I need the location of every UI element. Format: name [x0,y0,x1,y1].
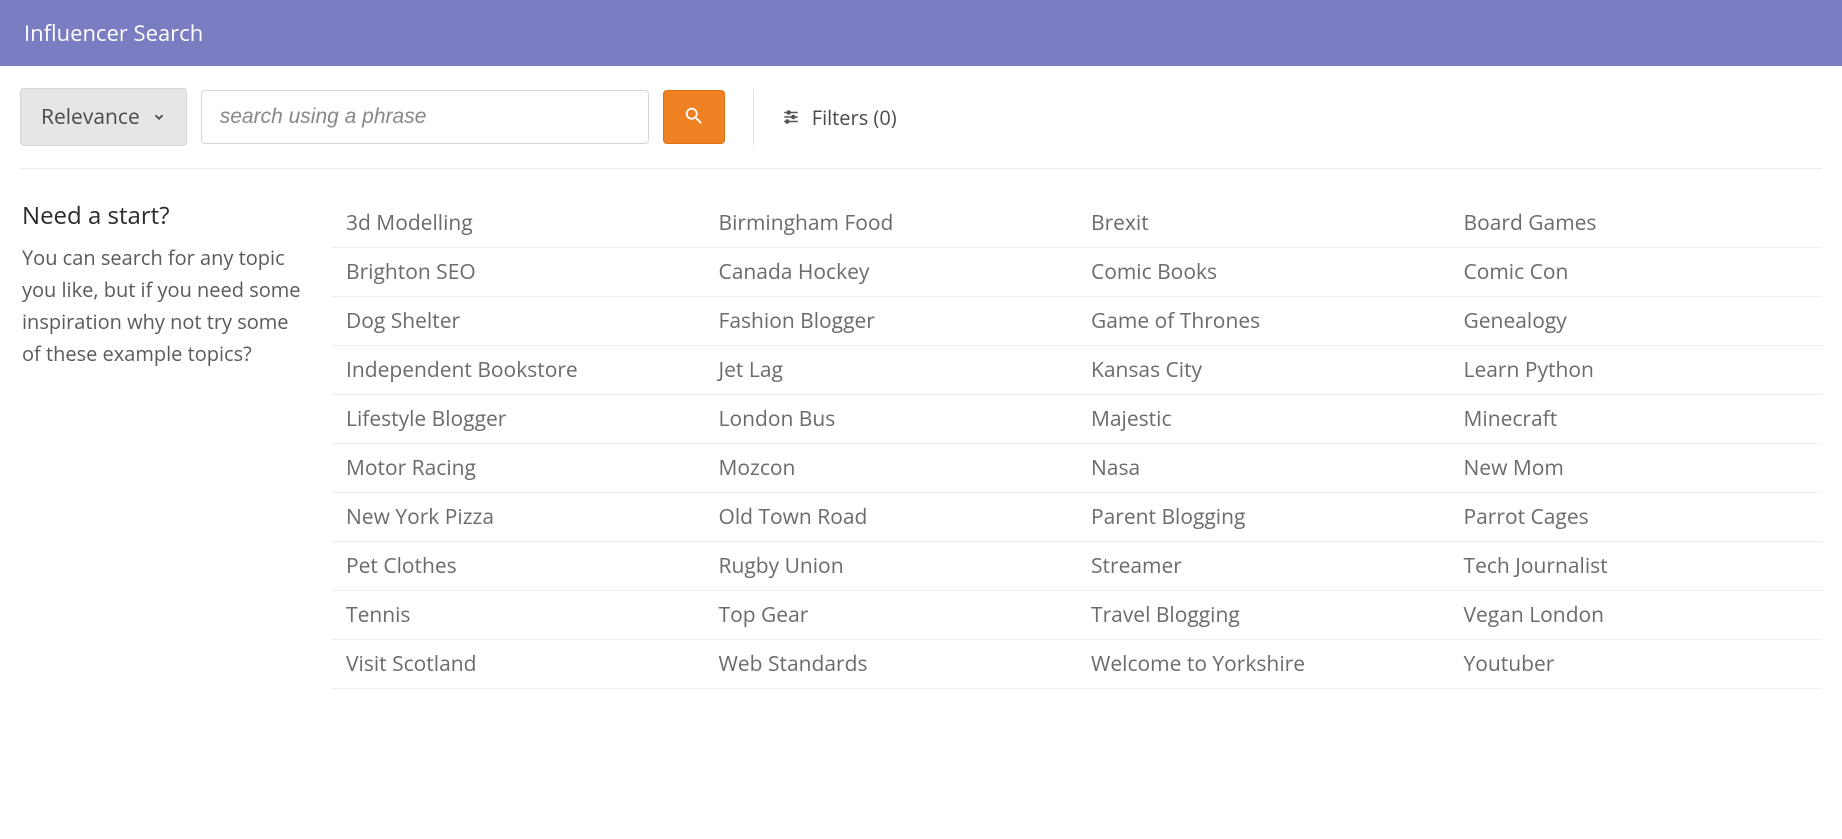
sort-dropdown[interactable]: Relevance [20,88,187,146]
topic-link[interactable]: New York Pizza [332,493,705,542]
topic-link[interactable]: Tech Journalist [1450,542,1823,591]
topic-link[interactable]: Web Standards [705,640,1078,689]
search-icon [683,105,705,130]
page-header: Influencer Search [0,0,1842,66]
topic-link[interactable]: Game of Thrones [1077,297,1450,346]
topic-link[interactable]: Travel Blogging [1077,591,1450,640]
sidebar-description: You can search for any topic you like, b… [22,242,312,370]
topic-link[interactable]: Comic Books [1077,248,1450,297]
topic-link[interactable]: Brighton SEO [332,248,705,297]
topic-link[interactable]: Old Town Road [705,493,1078,542]
filters-label: Filters (0) [812,104,897,131]
content-row: Need a start? You can search for any top… [0,169,1842,709]
topic-link[interactable]: Canada Hockey [705,248,1078,297]
topic-link[interactable]: Visit Scotland [332,640,705,689]
topic-link[interactable]: Nasa [1077,444,1450,493]
topic-link[interactable]: Motor Racing [332,444,705,493]
sort-label: Relevance [41,103,140,131]
sidebar-heading: Need a start? [22,199,312,232]
topic-link[interactable]: Parrot Cages [1450,493,1823,542]
topic-link[interactable]: Genealogy [1450,297,1823,346]
topic-link[interactable]: Minecraft [1450,395,1823,444]
topic-link[interactable]: Board Games [1450,199,1823,248]
filters-icon [782,108,800,126]
search-button[interactable] [663,90,725,144]
sidebar: Need a start? You can search for any top… [12,199,312,689]
controls-row: Relevance Filters (0) [0,66,1842,168]
topic-link[interactable]: Jet Lag [705,346,1078,395]
topic-link[interactable]: Lifestyle Blogger [332,395,705,444]
search-input[interactable] [201,90,649,144]
topic-link[interactable]: Rugby Union [705,542,1078,591]
topic-link[interactable]: Dog Shelter [332,297,705,346]
filters-button[interactable]: Filters (0) [782,104,897,131]
topics-grid: 3d ModellingBirmingham FoodBrexitBoard G… [332,199,1822,689]
topic-link[interactable]: Brexit [1077,199,1450,248]
page-title: Influencer Search [24,18,203,48]
topic-link[interactable]: Comic Con [1450,248,1823,297]
topic-link[interactable]: Fashion Blogger [705,297,1078,346]
topic-link[interactable]: New Mom [1450,444,1823,493]
topic-link[interactable]: Youtuber [1450,640,1823,689]
topic-link[interactable]: Pet Clothes [332,542,705,591]
divider [753,89,754,145]
chevron-down-icon [152,110,166,124]
topic-link[interactable]: Streamer [1077,542,1450,591]
topic-link[interactable]: London Bus [705,395,1078,444]
topic-link[interactable]: Tennis [332,591,705,640]
topic-link[interactable]: Top Gear [705,591,1078,640]
topic-link[interactable]: Majestic [1077,395,1450,444]
topic-link[interactable]: Kansas City [1077,346,1450,395]
topic-link[interactable]: 3d Modelling [332,199,705,248]
topic-link[interactable]: Parent Blogging [1077,493,1450,542]
topic-link[interactable]: Welcome to Yorkshire [1077,640,1450,689]
topic-link[interactable]: Learn Python [1450,346,1823,395]
topic-link[interactable]: Birmingham Food [705,199,1078,248]
topic-link[interactable]: Mozcon [705,444,1078,493]
topic-link[interactable]: Independent Bookstore [332,346,705,395]
topic-link[interactable]: Vegan London [1450,591,1823,640]
